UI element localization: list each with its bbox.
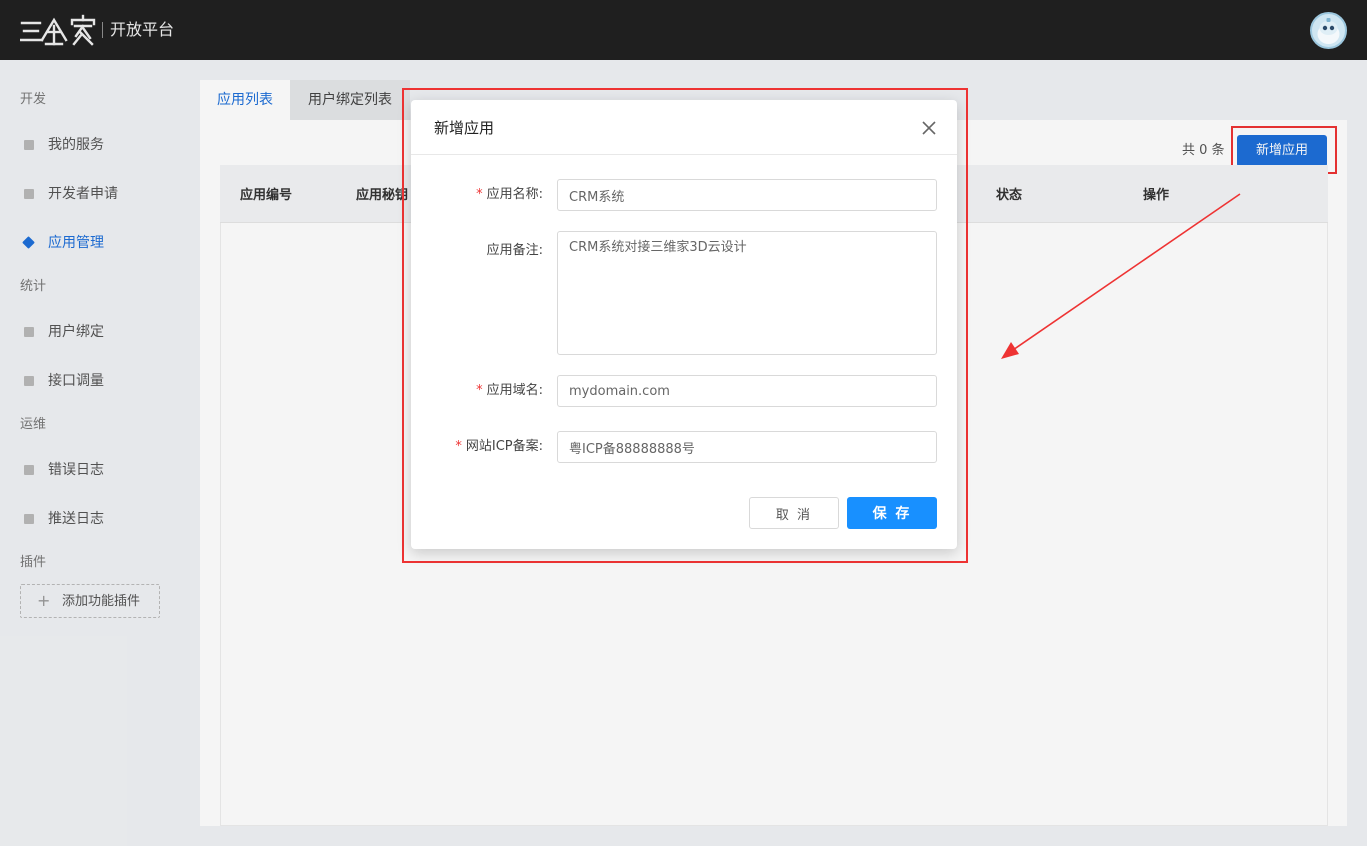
app-domain-label-text: 应用域名:: [486, 383, 543, 398]
app-remark-label-text: 应用备注:: [486, 243, 543, 258]
icp-label: * 网站ICP备案:: [455, 437, 543, 457]
app-name-label-text: 应用名称:: [486, 187, 543, 202]
cancel-button[interactable]: 取 消: [749, 497, 839, 529]
top-header: 开放平台: [0, 0, 1367, 60]
app-domain-input[interactable]: [557, 375, 937, 407]
required-mark: *: [476, 383, 483, 398]
dialog-divider: [411, 154, 957, 155]
icp-input[interactable]: [557, 431, 937, 463]
app-domain-label: * 应用域名:: [476, 381, 543, 401]
save-button[interactable]: 保 存: [847, 497, 937, 529]
user-avatar[interactable]: [1310, 12, 1347, 49]
app-name-input[interactable]: [557, 179, 937, 211]
close-icon[interactable]: [919, 118, 939, 138]
app-name-label: * 应用名称:: [476, 185, 543, 205]
sanweijia-logo[interactable]: [20, 14, 98, 46]
required-mark: *: [455, 439, 462, 454]
app-remark-textarea[interactable]: CRM系统对接三维家3D云设计: [557, 231, 937, 355]
required-mark: *: [476, 187, 483, 202]
platform-title: 开放平台: [110, 20, 175, 39]
robot-avatar-icon: [1317, 18, 1340, 44]
new-app-dialog: 新增应用 *应用名称: 应用备注: CRM系统对接三维家3D云设计 *应用域名:…: [411, 100, 957, 549]
dialog-title: 新增应用: [434, 119, 495, 137]
icp-label-text: 网站ICP备案:: [465, 439, 543, 454]
app-remark-label: 应用备注:: [487, 241, 543, 261]
logo-separator: [102, 22, 103, 38]
